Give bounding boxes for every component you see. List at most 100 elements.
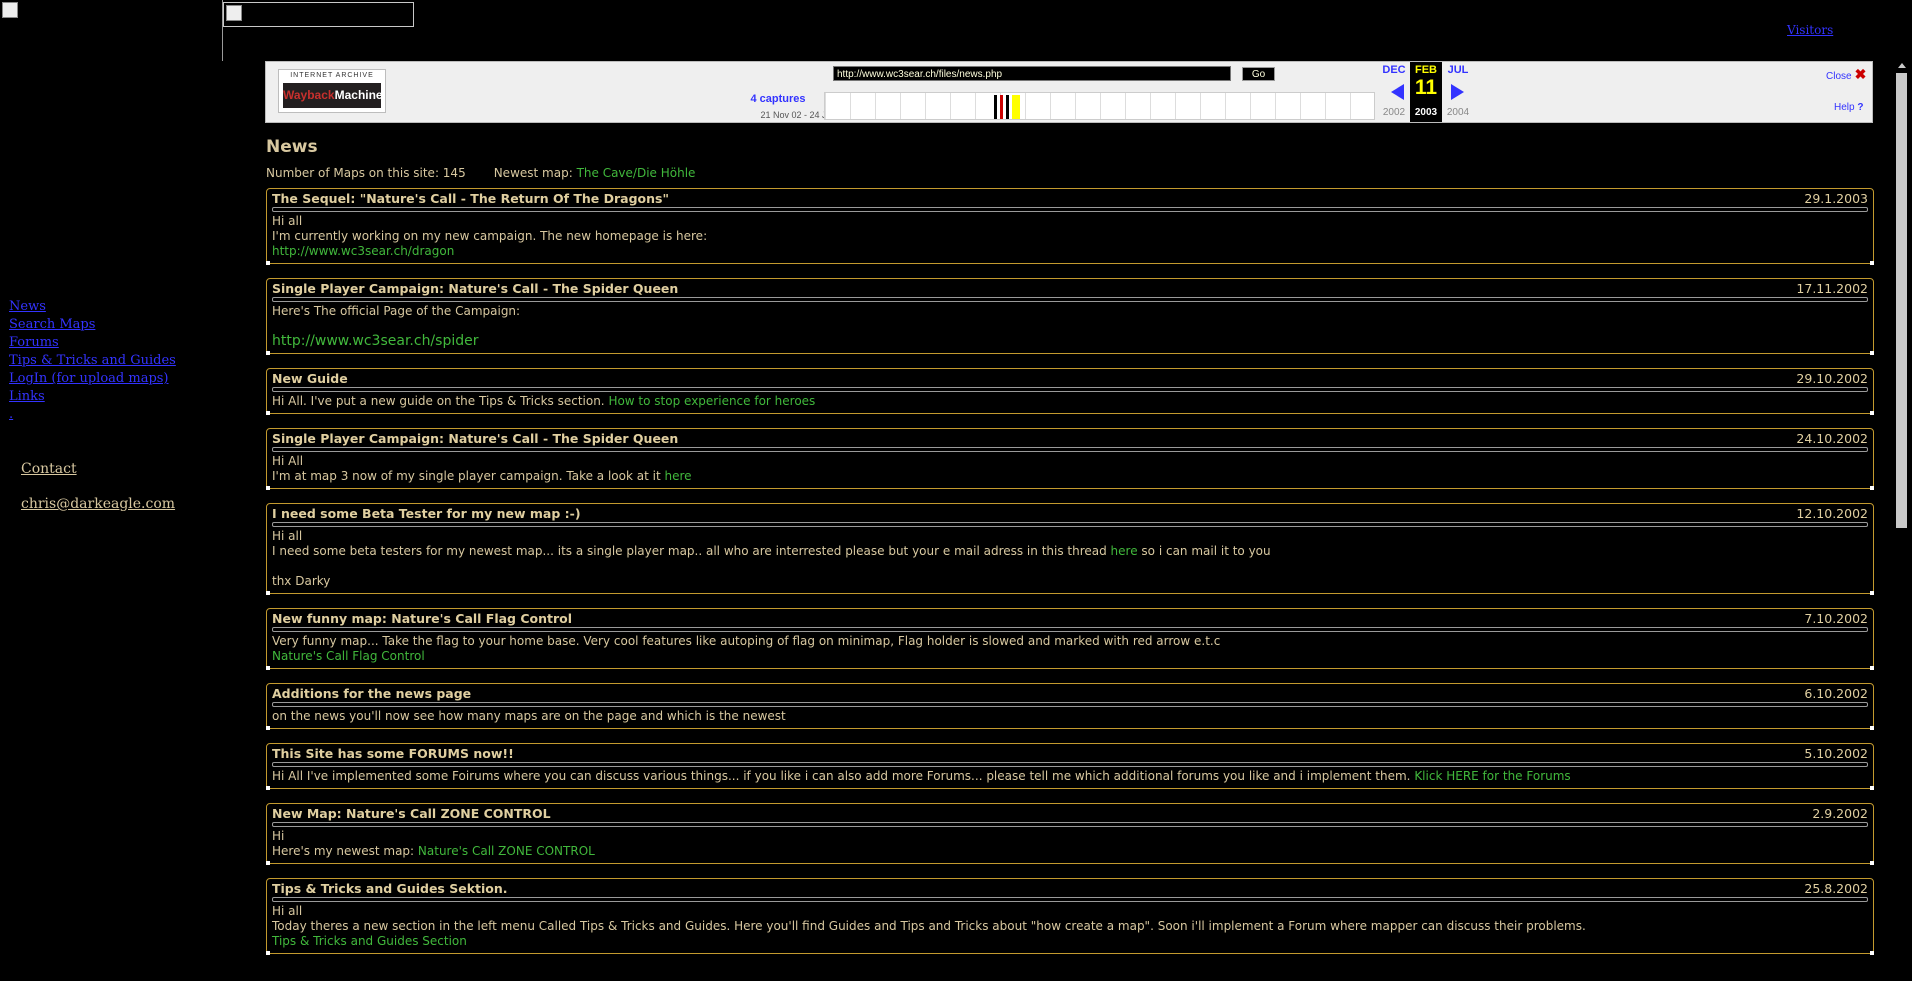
news-text: Hi All I've implemented some Foirums whe… xyxy=(272,769,1415,783)
nav-search-maps[interactable]: Search Maps xyxy=(9,316,176,334)
visitors-link[interactable]: Visitors xyxy=(1787,23,1833,37)
news-divider xyxy=(272,297,1868,302)
news-divider xyxy=(272,522,1868,527)
news-item: Single Player Campaign: Nature's Call - … xyxy=(266,278,1874,355)
news-link[interactable]: here xyxy=(1111,544,1138,558)
news-text: Hi all xyxy=(272,904,303,918)
news-item: Single Player Campaign: Nature's Call - … xyxy=(266,428,1874,490)
prev-arrow-icon[interactable] xyxy=(1391,84,1404,100)
news-link[interactable]: Tips & Tricks and Guides Section xyxy=(272,934,1868,949)
ia-label: INTERNET ARCHIVE xyxy=(290,72,374,79)
news-item: Tips & Tricks and Guides Sektion. 25.8.20… xyxy=(266,878,1874,955)
capture-bar xyxy=(1000,95,1003,119)
news-divider xyxy=(272,447,1868,452)
news-title: The Sequel: "Nature's Call - The Return … xyxy=(272,191,669,206)
capture-bar xyxy=(994,95,997,119)
news-text: Hi all xyxy=(272,529,303,543)
news-title: New Map: Nature's Call ZONE CONTROL xyxy=(272,806,551,821)
news-date: 17.11.2002 xyxy=(1796,281,1868,296)
go-button[interactable]: Go xyxy=(1242,67,1275,81)
news-text: I'm currently working on my new campaign… xyxy=(272,229,708,243)
scrollbar[interactable] xyxy=(1893,61,1910,981)
news-date: 24.10.2002 xyxy=(1796,431,1868,446)
prev-month[interactable]: DEC xyxy=(1378,64,1410,76)
nav-login[interactable]: LogIn (for upload maps) xyxy=(9,370,176,388)
contact-link[interactable]: Contact xyxy=(21,461,175,477)
current-year: 2003 xyxy=(1414,107,1438,118)
news-text: Very funny map... Take the flag to your … xyxy=(272,634,1221,648)
news-text: Hi All. I've put a new guide on the Tips… xyxy=(272,394,609,408)
site-stats: Number of Maps on this site: 145 Newest m… xyxy=(266,166,1874,180)
capture-bar xyxy=(1012,95,1020,119)
close-button[interactable]: Close ✖ xyxy=(1826,66,1866,83)
next-month[interactable]: JUL xyxy=(1442,64,1474,76)
news-text: Here's my newest map: xyxy=(272,844,418,858)
news-link[interactable]: How to stop experience for heroes xyxy=(608,394,815,408)
news-text: Here's The official Page of the Campaign… xyxy=(272,304,521,318)
news-text: on the news you'll now see how many maps… xyxy=(272,709,786,723)
news-divider xyxy=(272,702,1868,707)
news-divider xyxy=(272,387,1868,392)
capture-sparkline[interactable] xyxy=(824,92,1375,120)
nav-forums[interactable]: Forums xyxy=(9,334,176,352)
newest-map-link[interactable]: The Cave/Die Höhle xyxy=(577,166,696,180)
newest-label: Newest map: xyxy=(493,166,577,180)
current-day: 11 xyxy=(1414,76,1438,99)
news-title: Additions for the news page xyxy=(272,686,472,701)
news-item: Additions for the news page 6.10.2002 on … xyxy=(266,683,1874,730)
news-text: so i can mail it to you xyxy=(1137,544,1271,558)
news-date: 6.10.2002 xyxy=(1804,686,1868,701)
news-date: 12.10.2002 xyxy=(1796,506,1868,521)
news-item: New funny map: Nature's Call Flag Contro… xyxy=(266,608,1874,670)
news-date: 5.10.2002 xyxy=(1804,746,1868,761)
news-title: Tips & Tricks and Guides Sektion. xyxy=(272,881,508,896)
news-signature: thx Darky xyxy=(272,574,331,588)
news-text: Today theres a new section in the left m… xyxy=(272,919,1586,933)
news-item: This Site has some FORUMS now!! 5.10.2002… xyxy=(266,743,1874,790)
prev-year: 2002 xyxy=(1382,107,1406,118)
help-button[interactable]: Help ? xyxy=(1834,102,1863,113)
help-icon: ? xyxy=(1857,102,1864,113)
news-item: The Sequel: "Nature's Call - The Return … xyxy=(266,188,1874,265)
news-title: New funny map: Nature's Call Flag Contro… xyxy=(272,611,573,626)
wayback-wordmark: WaybackMachine xyxy=(283,83,383,108)
news-link[interactable]: here xyxy=(664,469,691,483)
nav-news[interactable]: News xyxy=(9,298,176,316)
nav-dot[interactable]: . xyxy=(9,406,176,424)
wayback-logo[interactable]: INTERNET ARCHIVE WaybackMachine xyxy=(278,69,386,113)
news-link[interactable]: Nature's Call ZONE CONTROL xyxy=(418,844,595,858)
news-divider xyxy=(272,762,1868,767)
nav-links[interactable]: Links xyxy=(9,388,176,406)
news-text: Hi All xyxy=(272,454,304,468)
close-icon: ✖ xyxy=(1854,66,1867,82)
broken-header-image xyxy=(223,2,414,27)
current-month: FEB xyxy=(1415,64,1437,76)
news-date: 25.8.2002 xyxy=(1804,881,1868,896)
scrollbar-thumb[interactable] xyxy=(1896,73,1907,528)
next-year: 2004 xyxy=(1446,107,1470,118)
scroll-up-icon[interactable] xyxy=(1898,63,1906,68)
maps-count: Number of Maps on this site: 145 xyxy=(266,166,466,180)
broken-banner-image xyxy=(0,0,222,61)
sidebar-nav: News Search Maps Forums Tips & Tricks an… xyxy=(9,298,176,424)
news-text: Hi xyxy=(272,829,285,843)
captures-link[interactable]: 4 captures xyxy=(748,93,808,105)
news-title: This Site has some FORUMS now!! xyxy=(272,746,514,761)
news-date: 29.1.2003 xyxy=(1804,191,1868,206)
url-input[interactable]: http://www.wc3sear.ch/files/news.php xyxy=(833,66,1231,81)
news-title: Single Player Campaign: Nature's Call - … xyxy=(272,281,679,296)
news-link[interactable]: http://www.wc3sear.ch/spider xyxy=(272,334,1868,349)
news-date: 2.9.2002 xyxy=(1812,806,1868,821)
news-link[interactable]: Klick HERE for the Forums xyxy=(1414,769,1570,783)
news-divider xyxy=(272,207,1868,212)
news-link[interactable]: Nature's Call Flag Control xyxy=(272,649,1868,664)
nav-tips[interactable]: Tips & Tricks and Guides xyxy=(9,352,176,370)
news-divider xyxy=(272,897,1868,902)
capture-bar xyxy=(1006,95,1009,119)
news-link[interactable]: http://www.wc3sear.ch/dragon xyxy=(272,244,1868,259)
news-text: I need some beta testers for my newest m… xyxy=(272,544,1111,558)
next-arrow-icon[interactable] xyxy=(1451,84,1464,100)
news-date: 29.10.2002 xyxy=(1796,371,1868,386)
news-divider xyxy=(272,627,1868,632)
contact-email[interactable]: chris@darkeagle.com xyxy=(21,496,175,512)
